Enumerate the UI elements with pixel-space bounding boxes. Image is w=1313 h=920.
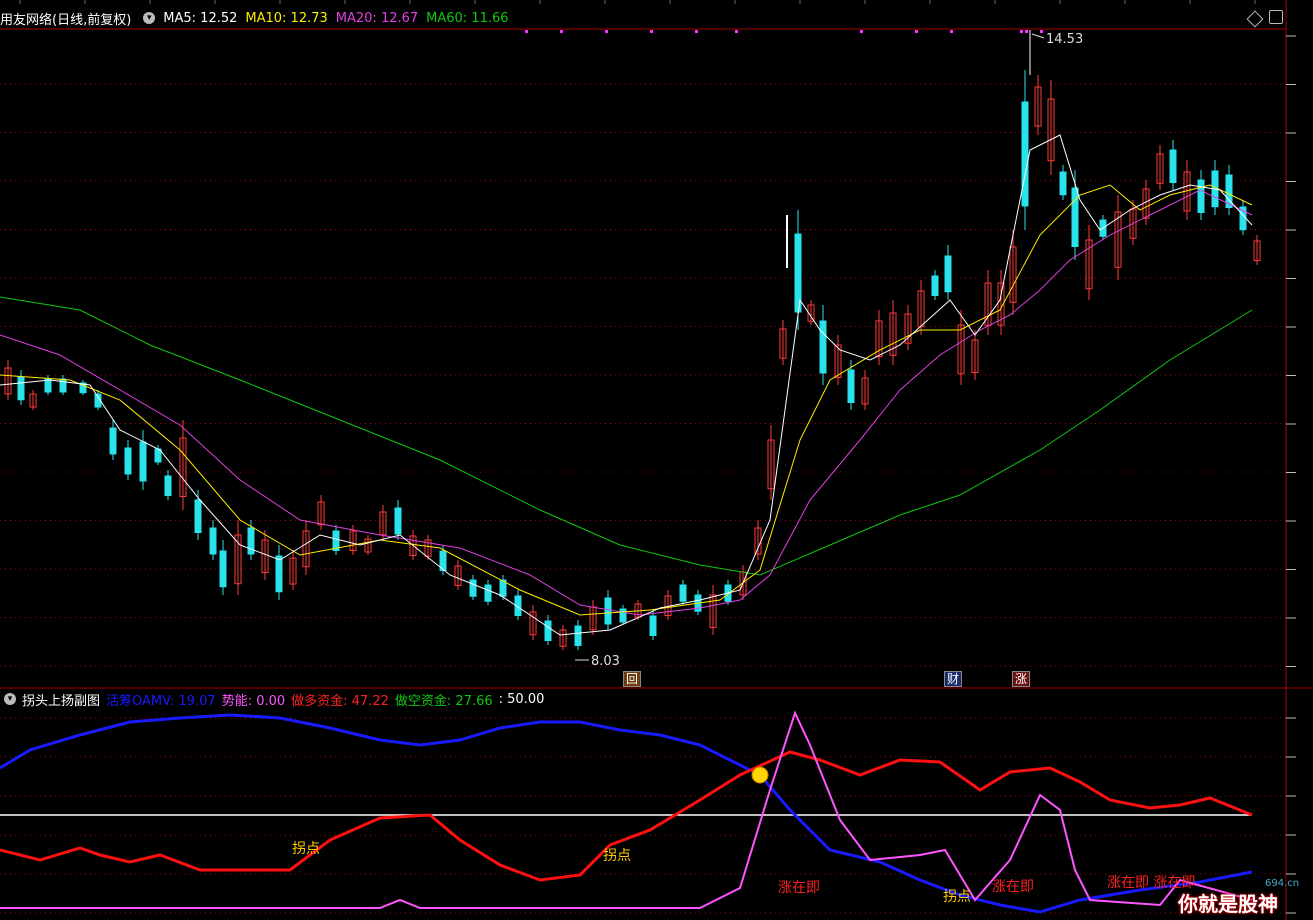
annotation-guaidian: 拐点 [292, 841, 320, 857]
candle-body [1197, 179, 1205, 213]
candle-body [1169, 149, 1177, 183]
candle-body [124, 447, 132, 475]
annotation-guaidian: 拐点 [603, 848, 631, 864]
oamv-value: 活筹OAMV: 19.07 [106, 693, 216, 709]
oamv-line [0, 713, 1253, 914]
candle-body [109, 427, 117, 455]
low-price-label: 8.03 [591, 654, 620, 669]
high-price-label: 14.53 [1046, 32, 1084, 47]
watermark-url: 694.cn [1265, 878, 1300, 889]
candle-body [275, 555, 283, 593]
candle-body [1059, 171, 1067, 196]
signal-dot [605, 30, 608, 33]
ma60-line [0, 296, 1253, 576]
chevron-down-icon[interactable]: ▾ [4, 693, 16, 705]
candle-body [17, 376, 25, 401]
candle-body [544, 620, 552, 641]
candle-body [1021, 101, 1029, 207]
main-chart-header: 用友网络(日线,前复权) ▾ MA5: 12.52 MA10: 12.73 MA… [0, 8, 517, 28]
candle-body [649, 615, 657, 636]
candle-body [44, 378, 52, 393]
candle-body [209, 527, 217, 555]
ma20-value: MA20: 12.67 [335, 10, 419, 26]
candle-body [394, 507, 402, 535]
ma10-line [0, 184, 1253, 616]
signal-dot [650, 30, 653, 33]
ma60-value: MA60: 11.66 [426, 10, 509, 26]
annotation-guaidian: 拐点 [943, 889, 971, 905]
candle-body [604, 597, 612, 625]
shineng-line [0, 710, 1253, 909]
shineng-value: 势能: 0.00 [221, 693, 286, 709]
event-badge-zhang[interactable]: 涨 [1012, 671, 1031, 687]
annotation-zhangzaiji: 涨在即 [778, 880, 820, 896]
signal-dot [525, 30, 528, 33]
event-badge-cai[interactable]: 财 [944, 671, 963, 687]
window-icon[interactable] [1269, 10, 1283, 24]
candle-body [1071, 187, 1079, 247]
ma5-value: MA5: 12.52 [163, 10, 238, 26]
signal-dot [950, 30, 953, 33]
signal-dot [695, 30, 698, 33]
signal-dot [1025, 30, 1028, 33]
signal-dot [1020, 30, 1023, 33]
zuokong-value: 做空资金: 27.66 [394, 693, 493, 709]
candle-body [847, 369, 855, 403]
candle-body [944, 255, 952, 293]
candle-body [164, 475, 172, 496]
candle-body [469, 579, 477, 597]
ma10-value: MA10: 12.73 [245, 10, 328, 26]
zuoduo-value: 做多资金: 47.22 [291, 693, 389, 709]
kline-canvas[interactable] [0, 0, 1313, 920]
signal-dot [860, 30, 863, 33]
signal-dot [1040, 30, 1043, 33]
candle-body [574, 625, 582, 646]
candle-body [931, 275, 939, 296]
signal-dot [560, 30, 563, 33]
candle-body [139, 441, 147, 482]
level-value: : 50.00 [498, 691, 545, 707]
candle-body [619, 608, 627, 623]
candle-body [819, 320, 827, 374]
candle-body [154, 448, 162, 463]
candle-body [679, 584, 687, 602]
signal-dot [735, 30, 738, 33]
candle-body [484, 584, 492, 602]
candle-body [194, 499, 202, 533]
ma5-line [0, 134, 1253, 636]
ma20-line [0, 189, 1253, 616]
candle-body [219, 550, 227, 588]
diamond-icon[interactable] [1246, 10, 1264, 28]
window-controls [1246, 10, 1283, 28]
sub-chart-title[interactable]: 拐头上扬副图 [22, 690, 100, 709]
chevron-down-icon[interactable]: ▾ [143, 12, 156, 24]
stock-title[interactable]: 用友网络(日线,前复权) [0, 9, 131, 28]
watermark-logo: 你就是股神 [1178, 892, 1278, 916]
chart-window: 用友网络(日线,前复权) ▾ MA5: 12.52 MA10: 12.73 MA… [0, 0, 1313, 920]
smiley-icon [751, 766, 769, 784]
annotation-zhangzaiji: 涨在即 [992, 879, 1034, 895]
high-arrow [1031, 33, 1045, 39]
signal-dot [915, 30, 918, 33]
event-badge-hui[interactable]: 回 [623, 671, 642, 687]
sub-chart-header: ▾ 拐头上扬副图 活筹OAMV: 19.07 势能: 0.00 做多资金: 47… [0, 690, 550, 709]
